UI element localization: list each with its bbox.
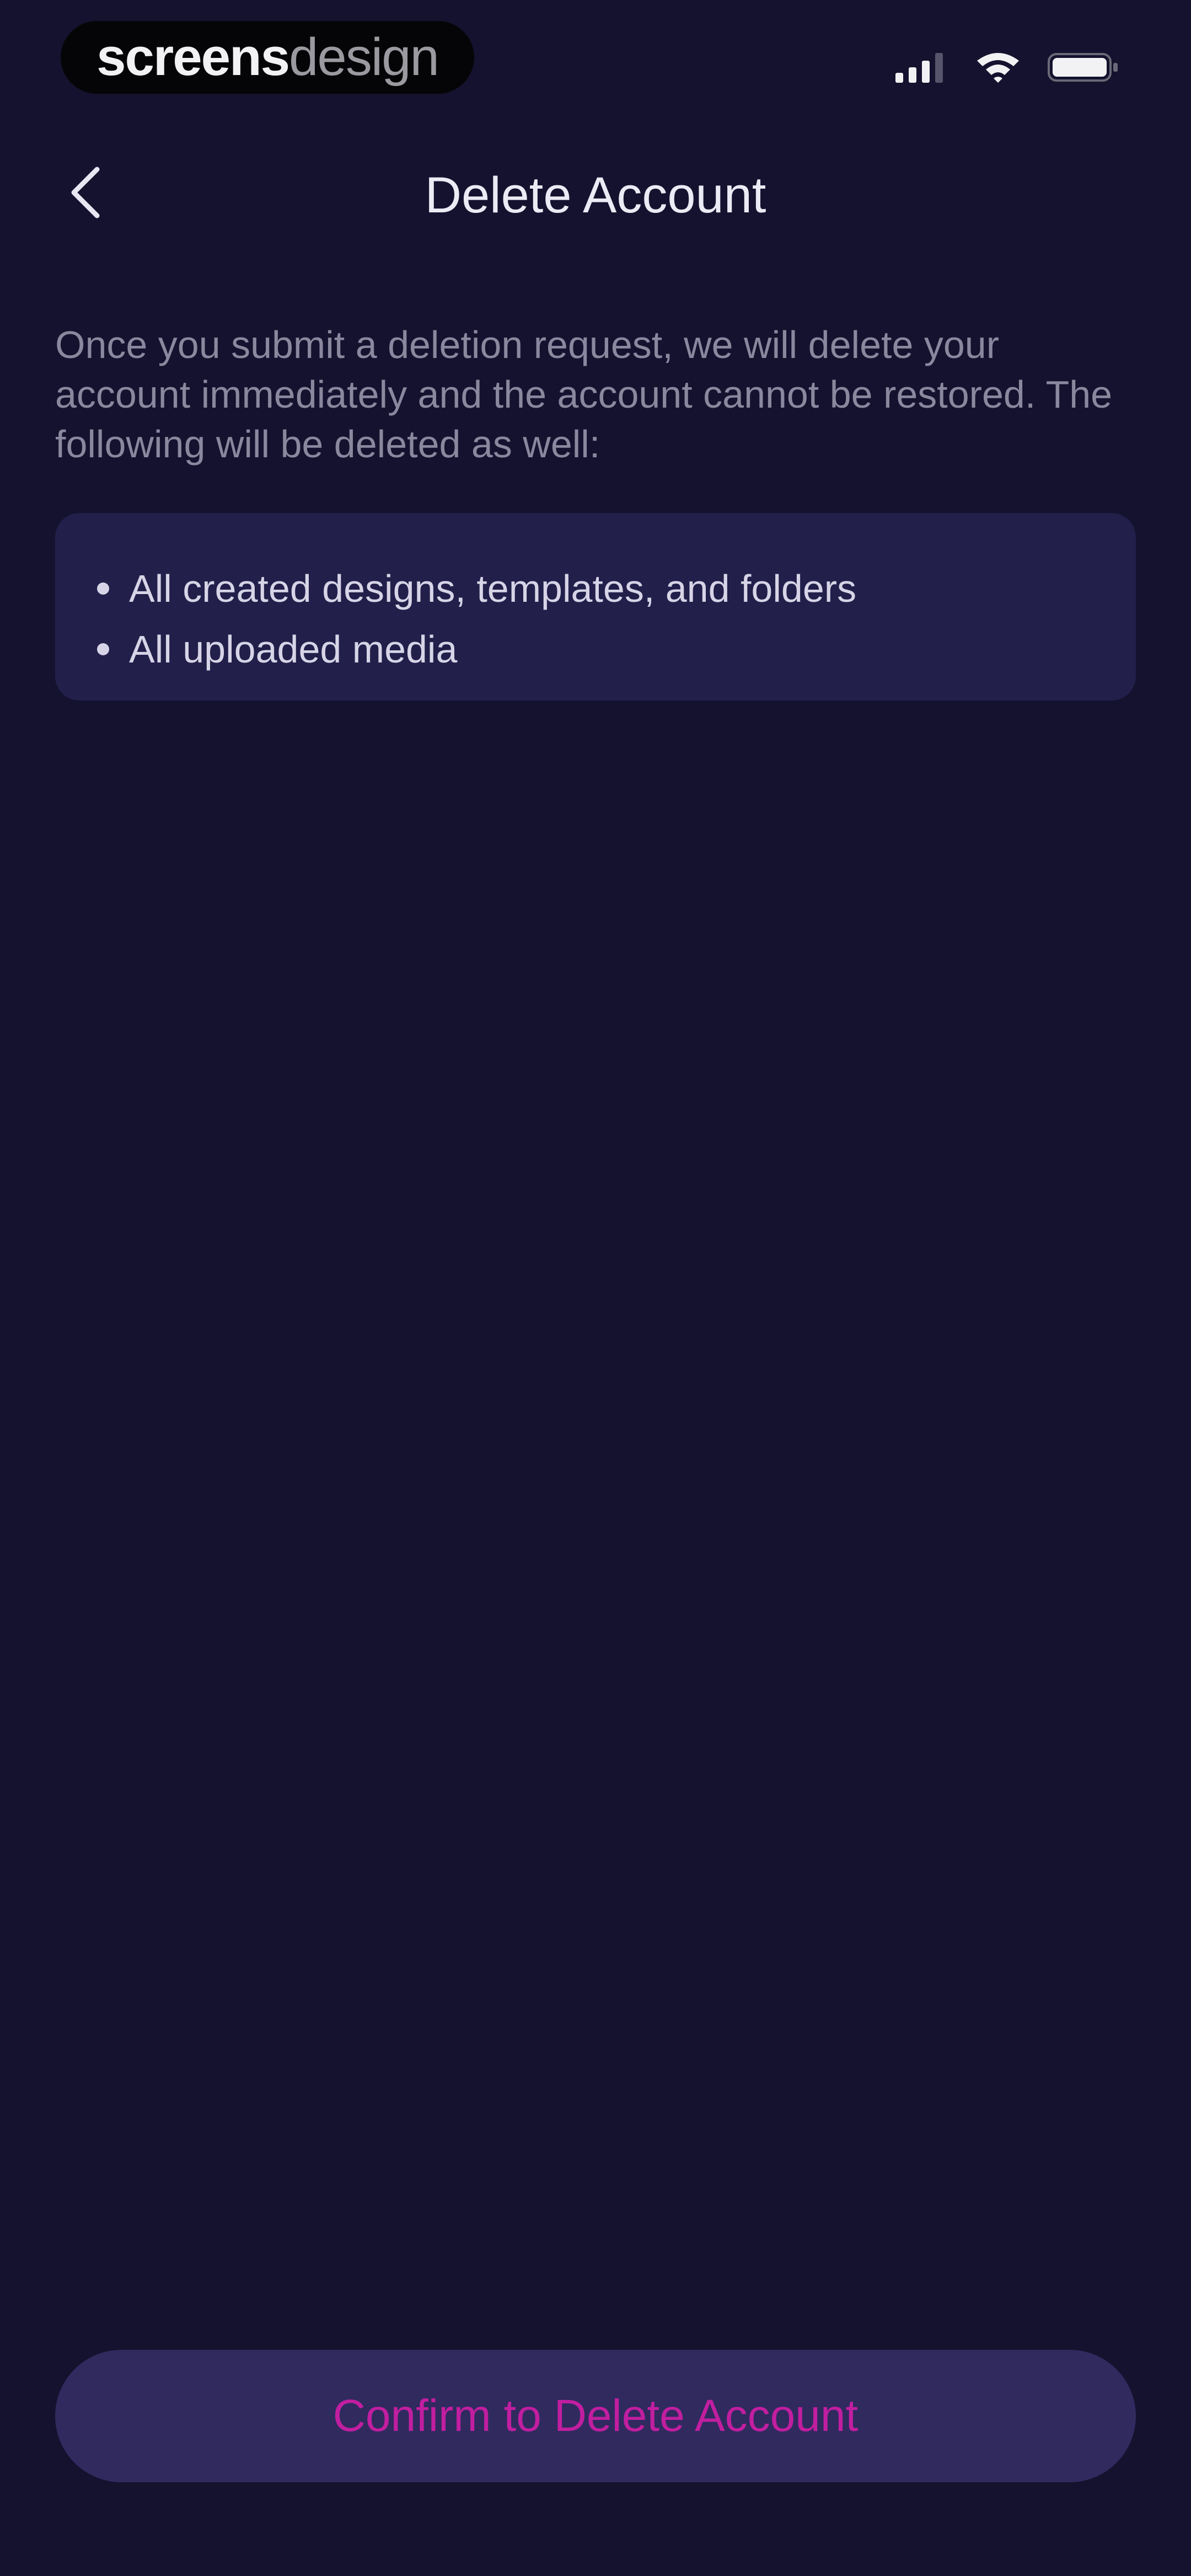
list-item: All created designs, templates, and fold… xyxy=(94,558,1136,619)
list-item-label: All created designs, templates, and fold… xyxy=(129,567,857,610)
bullet-dot xyxy=(97,643,109,655)
wifi-icon xyxy=(975,51,1021,84)
page-title: Delete Account xyxy=(425,167,766,223)
deleted-items-card: All created designs, templates, and fold… xyxy=(55,513,1136,701)
deletion-description: Once you submit a deletion request, we w… xyxy=(55,323,1113,466)
brand-watermark: screensdesign xyxy=(61,21,474,94)
brand-logo-strong: screens xyxy=(96,28,290,87)
bullet-dot xyxy=(97,582,109,595)
deleted-items-list: All created designs, templates, and fold… xyxy=(94,558,1136,680)
cellular-signal-icon xyxy=(895,52,948,83)
confirm-delete-account-button[interactable]: Confirm to Delete Account xyxy=(55,2350,1136,2482)
navigation-bar: Delete Account xyxy=(0,143,1191,243)
list-item-label: All uploaded media xyxy=(129,628,458,671)
brand-logo-light: design xyxy=(289,28,439,87)
status-icons xyxy=(895,51,1119,84)
battery-icon xyxy=(1048,51,1119,84)
list-item: All uploaded media xyxy=(94,619,1136,680)
status-bar: screensdesign xyxy=(0,0,1191,121)
delete-account-screen: screensdesign Delete Account Once you su… xyxy=(0,0,1191,2576)
brand-logo: screensdesign xyxy=(96,28,439,87)
